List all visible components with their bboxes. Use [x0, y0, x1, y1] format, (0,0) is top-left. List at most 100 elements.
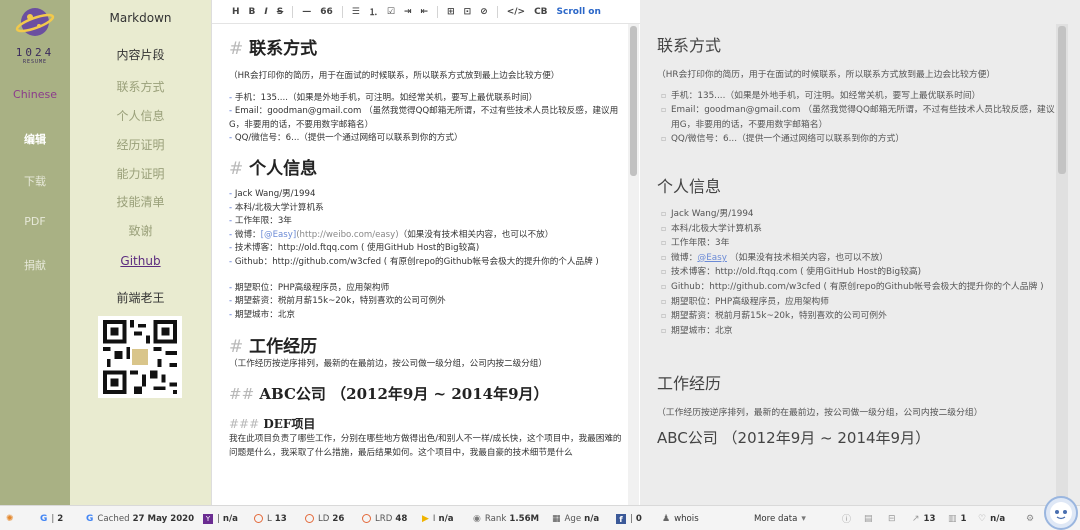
snippet-info[interactable]: 个人信息: [70, 107, 211, 124]
snippet-nav: Markdown 内容片段 联系方式 个人信息 经历证明 能力证明 技能清单 致…: [70, 0, 211, 505]
index-i[interactable]: ▶ In/a: [422, 512, 454, 525]
snippet-ability[interactable]: 能力证明: [70, 165, 211, 182]
rank-value: 1.56M: [509, 513, 540, 524]
editor-heading-company: ## ABC公司 （2012年9月 ~ 2014年9月）: [229, 384, 549, 403]
indent-button[interactable]: ⇥: [404, 7, 412, 17]
snippet-contact[interactable]: 联系方式: [70, 78, 211, 95]
gear-icon: ⚙: [1026, 513, 1035, 524]
yahoo-value: n/a: [222, 513, 238, 524]
nav-donate[interactable]: 捐献: [0, 257, 70, 273]
editor-heading-work: # 工作经历: [229, 337, 318, 358]
qr-code-image: [98, 316, 182, 398]
more-data-dropdown[interactable]: More data ▾: [754, 512, 810, 525]
chevron-down-icon: ▾: [801, 513, 806, 524]
internal-pages[interactable]: ▥ 1: [948, 512, 967, 525]
validation-value: n/a: [990, 513, 1006, 524]
google-index[interactable]: G | 2: [40, 512, 63, 525]
extension-logo[interactable]: ✺: [6, 512, 18, 525]
editor-scrollbar[interactable]: [628, 24, 639, 505]
code-block-button[interactable]: CB: [534, 7, 547, 17]
preview-list-item: Jack Wang/男/1994: [657, 207, 1057, 222]
preview-scrollbar[interactable]: [1056, 24, 1068, 505]
editor-list-item: - Jack Wang/男/1994: [229, 188, 316, 199]
preview-scroll-thumb[interactable]: [1058, 26, 1066, 174]
lrd-label: LRD: [375, 513, 393, 524]
hr-button[interactable]: —: [302, 7, 311, 17]
italic-button[interactable]: I: [264, 7, 267, 17]
yahoo-index[interactable]: Y | n/a: [203, 512, 238, 525]
logo-subtitle: RESUME: [22, 59, 48, 65]
lrd-value: 48: [395, 513, 408, 524]
toolbar-divider: [496, 5, 498, 18]
editor-scroll-thumb[interactable]: [630, 26, 637, 176]
user-icon: ♟: [662, 513, 671, 524]
heading-button[interactable]: H: [232, 7, 240, 17]
editor-list-item: - 工作年限：3年: [229, 216, 292, 227]
weibo-link[interactable]: @Easy: [697, 253, 727, 263]
assistant-avatar-button[interactable]: [1044, 496, 1078, 530]
table-button[interactable]: ⊞: [447, 7, 455, 17]
editor-list-item: - Email：goodman@gmail.com （虽然我觉得QQ邮箱无所谓，…: [229, 106, 619, 130]
rank-icon: ◉: [473, 513, 481, 524]
nav-edit[interactable]: 编辑: [0, 131, 70, 147]
validation[interactable]: ♡ n/a: [978, 512, 1005, 525]
heart-icon: ♡: [978, 513, 987, 524]
preview-work-note: （工作经历按逆序排列，最新的在最前边，按公司做一级分组，公司内按二级分组）: [657, 408, 983, 419]
snippet-skills[interactable]: 技能清单: [70, 193, 211, 210]
strikethrough-button[interactable]: S: [277, 7, 283, 17]
preview-list-item: 期望薪资：税前月薪15k~20k，特别喜欢的公司可例外: [657, 309, 1057, 324]
nav-download[interactable]: 下载: [0, 173, 70, 189]
settings-button[interactable]: ⚙: [1026, 512, 1038, 525]
github-link[interactable]: Github: [70, 254, 211, 268]
external-links[interactable]: ↗ 13: [912, 512, 936, 525]
outdent-button[interactable]: ⇤: [421, 7, 429, 17]
editor-list-item: - QQ/微信号：6...（提供一个通过网络可以联系到你的方式）: [229, 133, 463, 144]
ordered-list-button[interactable]: ⒈: [369, 5, 378, 18]
preview-pane: 联系方式 （HR会打印你的简历，用于在面试的时候联系，所以联系方式放到最上边会比…: [640, 0, 1080, 505]
snippet-markdown[interactable]: Markdown: [70, 11, 211, 25]
links-lrd[interactable]: LRD 48: [362, 512, 407, 525]
task-list-button[interactable]: ☑: [387, 7, 395, 17]
snippet-experience[interactable]: 经历证明: [70, 136, 211, 153]
cached-value: 27 May 2020: [132, 513, 195, 524]
domain-age[interactable]: ▦ Age n/a: [552, 512, 599, 525]
preview-list-item: 期望职位：PHP高级程序员，应用架构师: [657, 295, 1057, 310]
nav-pdf[interactable]: PDF: [0, 215, 70, 228]
bold-button[interactable]: B: [249, 7, 256, 17]
links-ld[interactable]: LD 26: [305, 512, 344, 525]
language-toggle[interactable]: Chinese: [0, 88, 70, 101]
preview-list-item: 本科/北极大学计算机系: [657, 222, 1057, 237]
links-l[interactable]: L 13: [254, 512, 287, 525]
editor-list-item: - 期望职位：PHP高级程序员，应用架构师: [229, 282, 390, 293]
app-logo[interactable]: 1024 RESUME: [12, 2, 58, 66]
ld-value: 26: [332, 513, 345, 524]
markdown-editor[interactable]: # 联系方式 （HR会打印你的简历，用于在面试的时候联系，所以联系方式放到最上边…: [229, 38, 624, 503]
alexa-rank[interactable]: ◉ Rank 1.56M: [473, 512, 539, 525]
quote-button[interactable]: 66: [320, 7, 333, 17]
editor-heading-info: # 个人信息: [229, 158, 318, 179]
snippet-thanks[interactable]: 致谢: [70, 222, 211, 239]
editor-list-item: - 手机：135....（如果是外地手机，可注明。如经常关机，要写上最优联系时间…: [229, 92, 538, 103]
internal-pages-value: 1: [960, 513, 967, 524]
google-cache[interactable]: G Cached 27 May 2020: [86, 512, 194, 525]
compare-button[interactable]: ⊟: [888, 512, 900, 525]
yahoo-icon: Y: [203, 513, 213, 524]
external-link-icon: ↗: [912, 513, 920, 524]
info-button[interactable]: ⓘ: [842, 512, 855, 525]
scroll-sync-toggle[interactable]: Scroll on: [557, 7, 601, 17]
planet-logo-icon: [15, 8, 55, 36]
toolbar-divider: [292, 5, 294, 18]
external-links-value: 13: [923, 513, 936, 524]
code-button[interactable]: </>: [507, 7, 525, 17]
editor-list-item: - 期望薪资：税前月薪15k~20k，特别喜欢的公司可例外: [229, 296, 446, 307]
facebook-likes[interactable]: f | 0: [616, 512, 642, 525]
unordered-list-button[interactable]: ☰: [352, 7, 360, 17]
editor-work-note: （工作经历按逆序排列，最新的在最前边，按公司做一级分组，公司内按二级分组）: [229, 359, 547, 370]
preview-list-item: 手机：135....（如果是外地手机，可注明。如经常关机，要写上最优联系时间）: [657, 89, 1057, 104]
preview-contact-note: （HR会打印你的简历，用于在面试的时候联系，所以联系方式放到最上边会比较方便）: [657, 70, 996, 80]
google-icon: G: [40, 513, 48, 524]
link-button[interactable]: ⊘: [480, 7, 488, 17]
image-button[interactable]: ⊡: [464, 7, 472, 17]
density-button[interactable]: ▤: [864, 512, 877, 525]
whois-button[interactable]: ♟ whois: [662, 512, 699, 525]
